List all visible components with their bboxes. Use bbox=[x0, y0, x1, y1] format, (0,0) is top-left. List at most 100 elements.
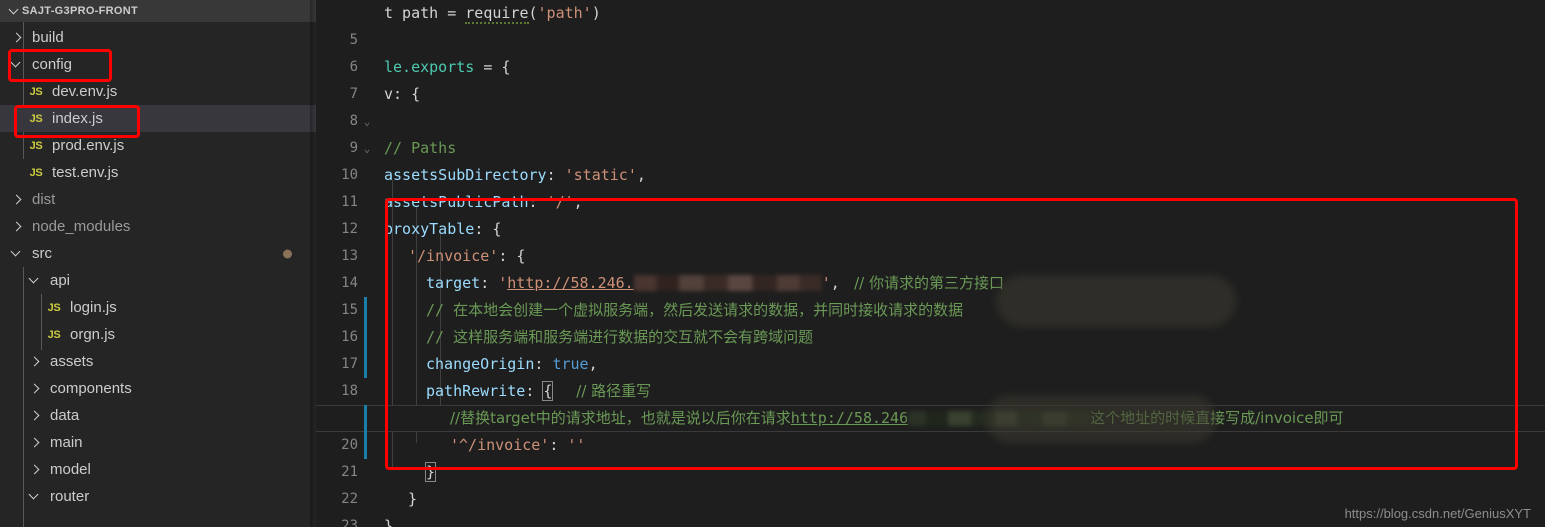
tok: ' bbox=[821, 274, 831, 292]
code-line[interactable]: 19 pathRewrite: { // 路径重写 bbox=[316, 378, 1545, 426]
explorer-project-header[interactable]: SAJT-G3PRO-FRONT bbox=[0, 0, 316, 22]
chevron-down-icon[interactable] bbox=[8, 245, 26, 263]
line-content[interactable]: // 在本地会创建一个虚拟服务端，然后发送请求的数据，并同时接收请求的数据 bbox=[426, 297, 963, 324]
line-content[interactable]: v: { bbox=[384, 81, 420, 108]
line-content[interactable]: assetsSubDirectory: 'static', bbox=[384, 162, 646, 189]
tree-item-label: build bbox=[32, 29, 64, 46]
tok: true bbox=[552, 355, 589, 373]
chevron-right-icon[interactable] bbox=[26, 461, 44, 479]
code-line[interactable]: 17 // 这样服务端和服务端进行数据的交互就不会有跨域问题 bbox=[316, 324, 1545, 372]
tok: , bbox=[588, 355, 598, 373]
code-line[interactable]: 7 ⌄ le.exports = { bbox=[316, 54, 1545, 128]
tree-folder-data[interactable]: data bbox=[0, 402, 316, 429]
tree-item-label: prod.env.js bbox=[52, 137, 125, 154]
tok: assetsPublicPath bbox=[384, 193, 529, 211]
tok bbox=[840, 274, 854, 292]
tree-folder-config[interactable]: config bbox=[0, 51, 316, 78]
tok: ) bbox=[591, 4, 601, 22]
line-content[interactable]: assetsPublicPath: '/', bbox=[384, 189, 583, 216]
tok: : bbox=[525, 382, 544, 400]
tok: { bbox=[516, 247, 526, 265]
line-content[interactable]: } bbox=[408, 486, 417, 513]
code-line[interactable]: 6 bbox=[316, 27, 1545, 75]
tok: : bbox=[549, 436, 568, 454]
code-line-current[interactable]: 20 //替换target中的请求地址，也就是说以后你在请求http://58.… bbox=[316, 395, 1545, 453]
code-line[interactable]: 12 assetsPublicPath: '/', bbox=[316, 189, 1545, 237]
tree-item-label: test.env.js bbox=[52, 164, 119, 181]
js-file-icon: JS bbox=[29, 166, 43, 179]
chevron-down-icon[interactable] bbox=[8, 56, 26, 74]
chevron-down-icon[interactable] bbox=[26, 272, 44, 290]
code-line[interactable]: 11 assetsSubDirectory: 'static', bbox=[316, 162, 1545, 210]
code-line[interactable]: 16 // 在本地会创建一个虚拟服务端，然后发送请求的数据，并同时接收请求的数据 bbox=[316, 275, 1545, 345]
chevron-right-icon[interactable] bbox=[26, 407, 44, 425]
line-content[interactable]: pathRewrite: { // 路径重写 bbox=[426, 378, 651, 405]
tok: // bbox=[426, 328, 454, 346]
code-area[interactable]: 5 t path = require('path') 6 7 ⌄ le.expo… bbox=[316, 0, 1545, 527]
code-line[interactable]: 9 bbox=[316, 108, 1545, 156]
chevron-right-icon[interactable] bbox=[8, 191, 26, 209]
tree-folder-assets[interactable]: assets bbox=[0, 348, 316, 375]
line-content[interactable]: '^/invoice': '' bbox=[450, 432, 585, 459]
line-content[interactable]: // Paths bbox=[384, 135, 456, 162]
tree-file-test-env-js[interactable]: JS test.env.js bbox=[0, 159, 316, 186]
chevron-right-icon[interactable] bbox=[8, 29, 26, 47]
code-line[interactable]: 14 '/invoice': { bbox=[316, 243, 1545, 291]
code-line[interactable]: 22 } bbox=[316, 459, 1545, 507]
chevron-right-icon[interactable] bbox=[26, 434, 44, 452]
tok: 'static' bbox=[564, 166, 637, 184]
line-content[interactable]: // 这样服务端和服务端进行数据的交互就不会有跨域问题 bbox=[426, 324, 813, 351]
tree-file-index-js[interactable]: JS index.js bbox=[0, 105, 316, 132]
line-content[interactable]: proxyTable: { bbox=[384, 216, 501, 243]
chevron-right-icon[interactable] bbox=[26, 380, 44, 398]
tree-file-dev-env-js[interactable]: JS dev.env.js bbox=[0, 78, 316, 105]
line-content[interactable]: changeOrigin: true, bbox=[426, 351, 598, 378]
file-tree: build config JS dev.env.js JS index.js JS prod.… bbox=[0, 22, 316, 527]
path-rewrite-comment: // 路径重写 bbox=[576, 382, 652, 400]
tree-folder-main[interactable]: main bbox=[0, 429, 316, 456]
tok: ( bbox=[528, 4, 538, 22]
tok: { bbox=[501, 58, 511, 76]
line-content[interactable]: le.exports = { bbox=[384, 54, 510, 81]
chevron-down-icon[interactable] bbox=[6, 3, 22, 19]
code-line[interactable]: 21 '^/invoice': '' bbox=[316, 432, 1545, 480]
tree-file-login-js[interactable]: JS login.js bbox=[0, 294, 316, 321]
tree-file-orgn-js[interactable]: JS orgn.js bbox=[0, 321, 316, 348]
code-line[interactable]: 5 t path = require('path') bbox=[316, 0, 1545, 48]
tree-folder-router[interactable]: router bbox=[0, 483, 316, 510]
tok: } bbox=[408, 490, 418, 508]
tree-item-label: config bbox=[32, 56, 73, 73]
tree-folder-model[interactable]: model bbox=[0, 456, 316, 483]
line-content[interactable]: '/invoice': { bbox=[408, 243, 525, 270]
tree-item-label: index.js bbox=[52, 110, 103, 127]
tree-folder-node-modules[interactable]: node_modules bbox=[0, 213, 316, 240]
tree-item-label: main bbox=[50, 434, 83, 451]
tok: require bbox=[465, 4, 529, 24]
tok: '' bbox=[567, 436, 586, 454]
code-editor[interactable]: 5 t path = require('path') 6 7 ⌄ le.expo… bbox=[316, 0, 1545, 527]
chevron-down-icon[interactable] bbox=[26, 488, 44, 506]
code-line[interactable]: 13 proxyTable: { bbox=[316, 216, 1545, 264]
redaction-blur-patch bbox=[996, 275, 1236, 327]
line-content[interactable]: t path = require('path') bbox=[384, 0, 601, 27]
code-line[interactable]: 10 // Paths bbox=[316, 135, 1545, 183]
js-file-icon: JS bbox=[47, 328, 61, 341]
tree-item-label: node_modules bbox=[32, 218, 131, 235]
js-file-icon: JS bbox=[29, 85, 43, 98]
tree-folder-src[interactable]: src bbox=[0, 240, 316, 267]
code-line[interactable]: 15 target: 'http://58.246. ', // 你请求的第三方接… bbox=[316, 270, 1545, 318]
line-content[interactable]: }, bbox=[384, 513, 402, 527]
chevron-right-icon[interactable] bbox=[8, 218, 26, 236]
tree-folder-build[interactable]: build bbox=[0, 24, 316, 51]
tree-folder-api[interactable]: api bbox=[0, 267, 316, 294]
code-line[interactable]: 8 ⌄ v: { bbox=[316, 81, 1545, 155]
tok: = bbox=[447, 4, 466, 22]
tree-item-label: router bbox=[50, 488, 90, 505]
tree-folder-components[interactable]: components bbox=[0, 375, 316, 402]
code-line[interactable]: 18 changeOrigin: true, bbox=[316, 351, 1545, 399]
tree-file-prod-env-js[interactable]: JS prod.env.js bbox=[0, 132, 316, 159]
tree-folder-dist[interactable]: dist bbox=[0, 186, 316, 213]
line-content[interactable]: target: 'http://58.246. ', // 你请求的第三方接口 bbox=[426, 270, 1004, 297]
chevron-right-icon[interactable] bbox=[26, 353, 44, 371]
line-content[interactable]: } bbox=[424, 459, 437, 486]
